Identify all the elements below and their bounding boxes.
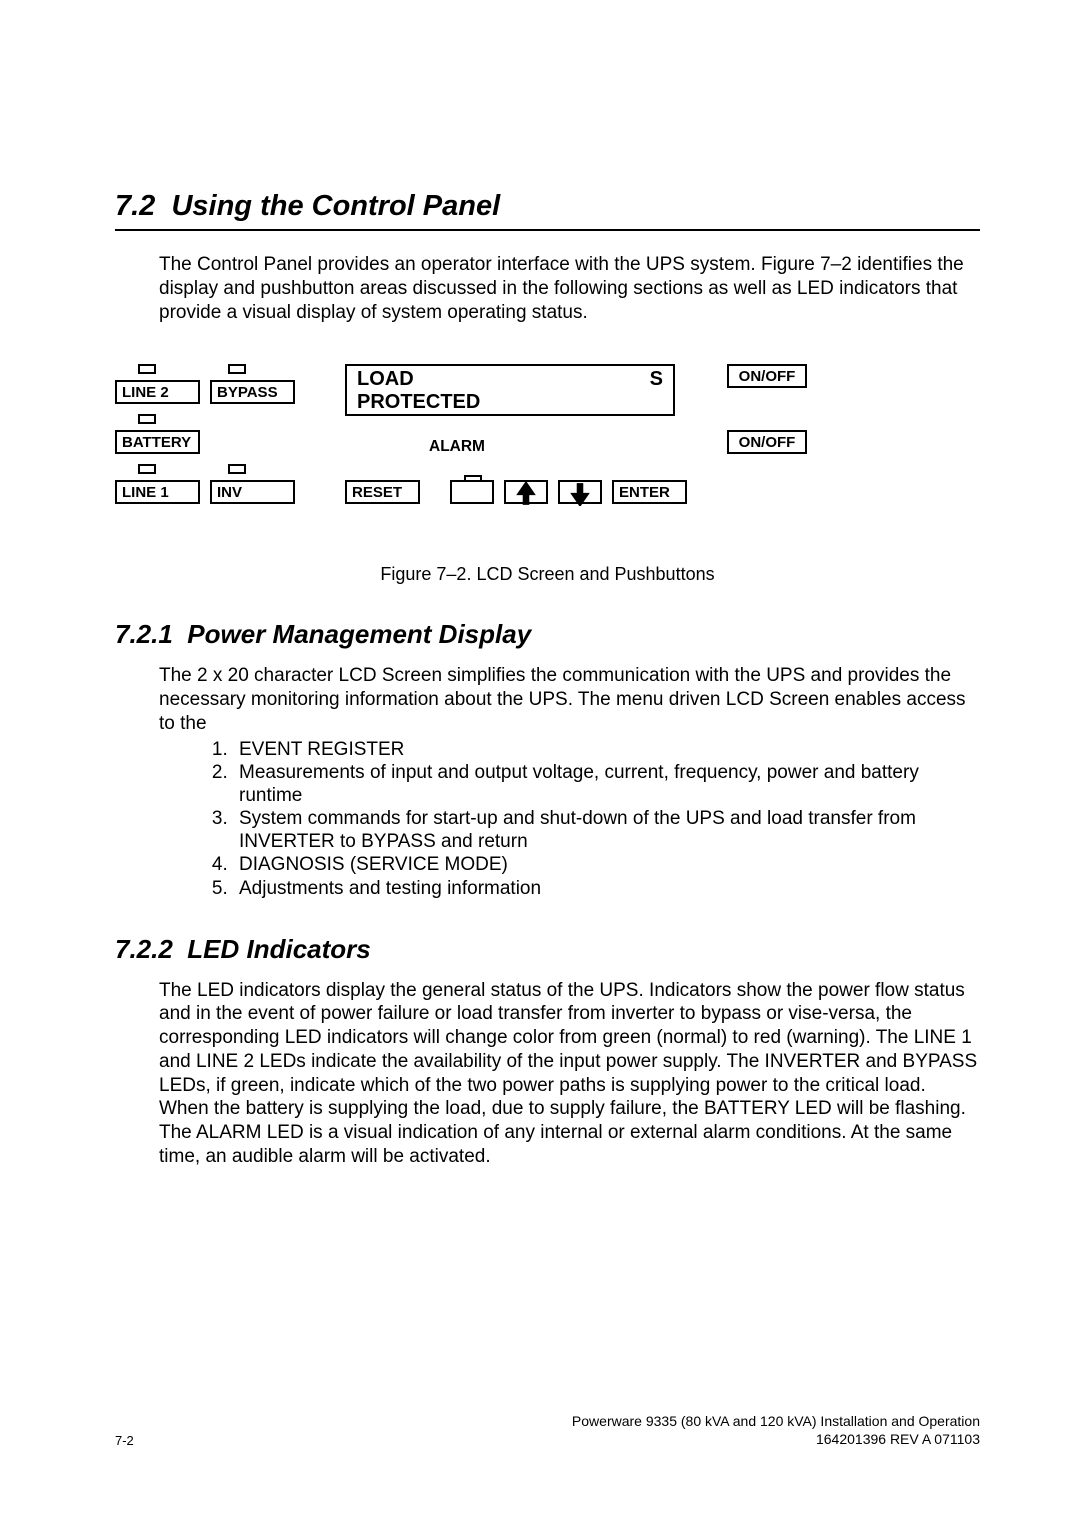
led-line1 [138, 464, 156, 474]
lcd-screen: LOAD S PROTECTED [345, 364, 675, 416]
section-number: 7.2 [115, 190, 155, 222]
button-led-box[interactable] [450, 480, 494, 504]
figure-7-2: LINE 2 BYPASS BATTERY LINE 1 INV LOAD S … [115, 364, 980, 585]
button-down[interactable] [558, 480, 602, 504]
list-item: EVENT REGISTER [233, 738, 980, 761]
label-line1: LINE 1 [115, 480, 200, 504]
lcd-line1-left: LOAD [357, 368, 414, 391]
page-footer: 7-2 Powerware 9335 (80 kVA and 120 kVA) … [115, 1413, 980, 1448]
button-up[interactable] [504, 480, 548, 504]
list-item: System commands for start-up and shut-do… [233, 807, 980, 853]
led-bypass [228, 364, 246, 374]
button-enter[interactable]: ENTER [612, 480, 687, 504]
sub1-number: 7.2.1 [115, 619, 173, 649]
lcd-line1-right: S [650, 368, 663, 391]
page-number: 7-2 [115, 1433, 134, 1448]
label-bypass: BYPASS [210, 380, 295, 404]
figure-caption: Figure 7–2. LCD Screen and Pushbuttons [115, 564, 980, 585]
led-battery [138, 414, 156, 424]
control-panel-diagram: LINE 2 BYPASS BATTERY LINE 1 INV LOAD S … [115, 364, 815, 524]
arrow-down-icon [569, 482, 591, 506]
sub2-title: LED Indicators [187, 934, 370, 964]
list-item: DIAGNOSIS (SERVICE MODE) [233, 853, 980, 876]
sub2-paragraph: The LED indicators display the general s… [159, 979, 980, 1169]
label-inv: INV [210, 480, 295, 504]
sub1-title: Power Management Display [187, 619, 531, 649]
footer-doc-title: Powerware 9335 (80 kVA and 120 kVA) Inst… [572, 1413, 980, 1431]
intro-paragraph: The Control Panel provides an operator i… [159, 253, 980, 324]
led-line2 [138, 364, 156, 374]
label-alarm: ALARM [429, 438, 485, 456]
arrow-up-icon [515, 482, 537, 506]
button-onoff-top[interactable]: ON/OFF [727, 364, 807, 388]
heading-rule [115, 229, 980, 231]
label-line2: LINE 2 [115, 380, 200, 404]
button-onoff-bottom[interactable]: ON/OFF [727, 430, 807, 454]
subsection-2-heading: 7.2.2 LED Indicators [115, 934, 980, 965]
sub1-paragraph: The 2 x 20 character LCD Screen simplifi… [159, 664, 980, 735]
label-battery: BATTERY [115, 430, 200, 454]
led-inv [228, 464, 246, 474]
list-item: Measurements of input and output voltage… [233, 761, 980, 807]
sub2-number: 7.2.2 [115, 934, 173, 964]
list-item: Adjustments and testing information [233, 877, 980, 900]
section-heading: 7.2 Using the Control Panel [115, 190, 980, 223]
section-title: Using the Control Panel [171, 190, 500, 222]
subsection-1-heading: 7.2.1 Power Management Display [115, 619, 980, 650]
lcd-line2: PROTECTED [357, 391, 663, 414]
footer-doc-rev: 164201396 REV A 071103 [572, 1431, 980, 1449]
button-reset[interactable]: RESET [345, 480, 420, 504]
sub1-list: EVENT REGISTER Measurements of input and… [205, 738, 980, 900]
